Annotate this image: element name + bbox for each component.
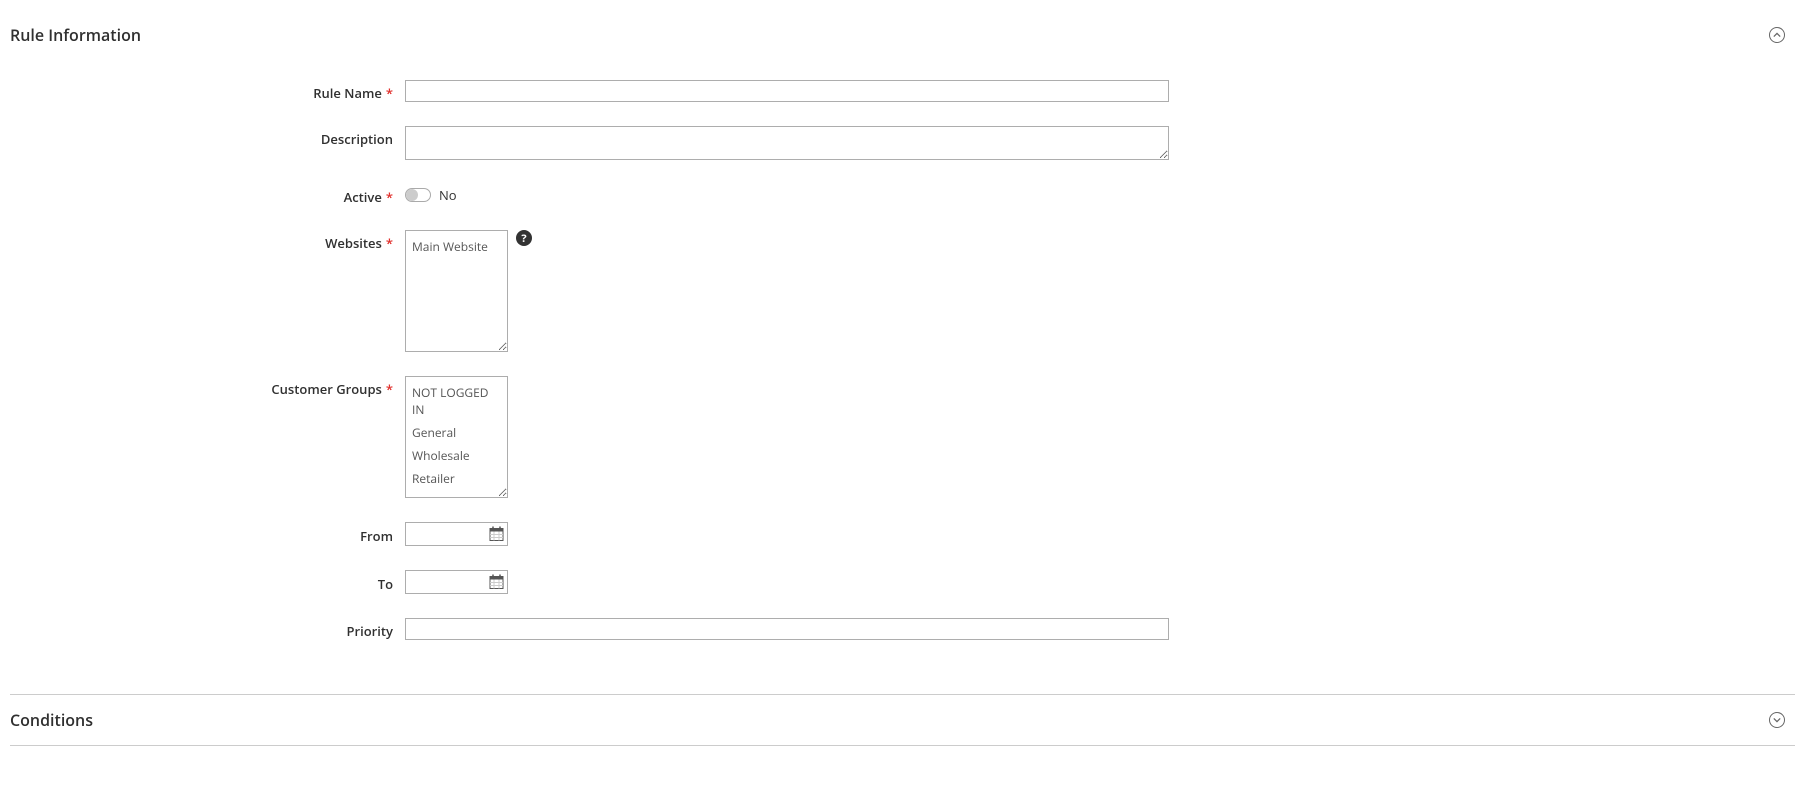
section-body-rule-information: Rule Name* Description Active* No — [10, 60, 1795, 694]
label-from: From — [10, 523, 405, 545]
label-to: To — [10, 571, 405, 593]
active-toggle-state: No — [439, 186, 457, 204]
rule-name-input[interactable] — [405, 80, 1169, 102]
section-header-rule-information[interactable]: Rule Information — [10, 10, 1795, 60]
label-description: Description — [10, 126, 405, 148]
expand-down-icon[interactable] — [1769, 712, 1785, 728]
customer-group-option[interactable]: Retailer — [410, 467, 503, 490]
customer-group-option[interactable]: General — [410, 421, 503, 444]
label-active: Active* — [10, 184, 405, 206]
calendar-icon[interactable] — [489, 575, 504, 590]
customer-group-option[interactable]: NOT LOGGED IN — [410, 381, 503, 421]
collapse-up-icon[interactable] — [1769, 27, 1785, 43]
label-priority: Priority — [10, 618, 405, 640]
section-conditions: Conditions — [10, 695, 1795, 746]
calendar-icon[interactable] — [489, 527, 504, 542]
section-title: Conditions — [10, 709, 93, 731]
websites-multiselect[interactable]: Main Website — [405, 230, 508, 352]
label-rule-name: Rule Name* — [10, 80, 405, 102]
help-icon[interactable]: ? — [516, 230, 532, 246]
description-textarea[interactable] — [405, 126, 1169, 160]
priority-input[interactable] — [405, 618, 1169, 640]
customer-group-option[interactable]: Wholesale — [410, 444, 503, 467]
section-title: Rule Information — [10, 24, 141, 46]
active-toggle[interactable]: No — [405, 186, 457, 204]
customer-group-option[interactable]: Trade — [410, 490, 503, 498]
section-header-conditions[interactable]: Conditions — [10, 695, 1795, 745]
label-websites: Websites* — [10, 230, 405, 252]
customer-groups-multiselect[interactable]: NOT LOGGED IN General Wholesale Retailer… — [405, 376, 508, 498]
section-rule-information: Rule Information Rule Name* Description … — [10, 10, 1795, 695]
websites-option[interactable]: Main Website — [410, 235, 503, 258]
label-customer-groups: Customer Groups* — [10, 376, 405, 398]
